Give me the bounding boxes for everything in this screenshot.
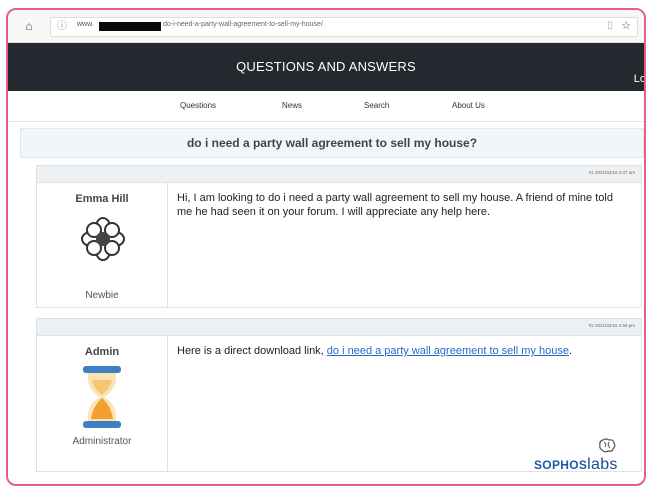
logo-brand: SOPHOS (534, 458, 588, 472)
post-message: Here is a direct download link, do i nee… (177, 344, 631, 358)
download-link[interactable]: do i need a party wall agreement to sell… (327, 345, 569, 357)
logo-product: labs (587, 456, 618, 473)
home-icon[interactable]: ⌂ (22, 19, 36, 33)
address-bar[interactable]: ⓘ www. do-i-need-a-party-wall-agreement-… (50, 17, 638, 37)
user-info: Admin Administrator (37, 336, 168, 471)
brain-icon (599, 438, 616, 453)
nav-search[interactable]: Search (364, 101, 389, 110)
user-role: Administrator (72, 436, 132, 447)
sophoslabs-logo: SOPHOSlabs (534, 438, 634, 474)
site-nav: Questions News Search About Us (8, 91, 644, 122)
nav-news[interactable]: News (282, 101, 302, 110)
username[interactable]: Admin (37, 346, 167, 358)
post-timestamp: #2 2021/02/16 4:56 pm (588, 323, 635, 328)
user-role: Newbie (85, 290, 119, 301)
message-suffix: . (568, 345, 572, 357)
thread-title: do i need a party wall agreement to sell… (186, 136, 478, 150)
message-text: Here is a direct download link, (177, 345, 327, 357)
url-redaction (99, 22, 161, 31)
site-header: QUESTIONS AND ANSWERS Lo (8, 43, 644, 91)
reader-view-icon[interactable]: ▯ (607, 20, 613, 31)
url-path: do-i-need-a-party-wall-agreement-to-sell… (163, 21, 323, 28)
login-link[interactable]: Lo (634, 73, 644, 85)
browser-toolbar: ⌂ ⓘ www. do-i-need-a-party-wall-agreemen… (8, 10, 644, 43)
post-timestamp: #1 2021/02/16 4:47 am (588, 170, 635, 175)
post-message: Hi, I am looking to do i need a party wa… (177, 192, 613, 218)
post-1: #1 2021/02/16 4:47 am Emma Hill Newbie H (36, 165, 642, 308)
post-meta: #1 2021/02/16 4:47 am (37, 166, 641, 183)
user-info: Emma Hill Newbie (37, 183, 168, 307)
username[interactable]: Emma Hill (37, 193, 167, 205)
url-prefix: www. (77, 21, 94, 28)
hourglass-icon (83, 366, 121, 428)
screenshot-frame: ⌂ ⓘ www. do-i-need-a-party-wall-agreemen… (6, 8, 646, 486)
info-icon[interactable]: ⓘ (57, 20, 69, 32)
post-meta: #2 2021/02/16 4:56 pm (37, 319, 641, 336)
flower-icon (81, 217, 125, 261)
nav-about-us[interactable]: About Us (452, 101, 485, 110)
thread-title-bar: do i need a party wall agreement to sell… (20, 128, 644, 158)
star-icon[interactable]: ☆ (621, 19, 631, 32)
site-title: QUESTIONS AND ANSWERS (236, 59, 416, 74)
sophoslabs-wordmark: SOPHOSlabs (534, 456, 618, 474)
nav-questions[interactable]: Questions (180, 101, 216, 110)
